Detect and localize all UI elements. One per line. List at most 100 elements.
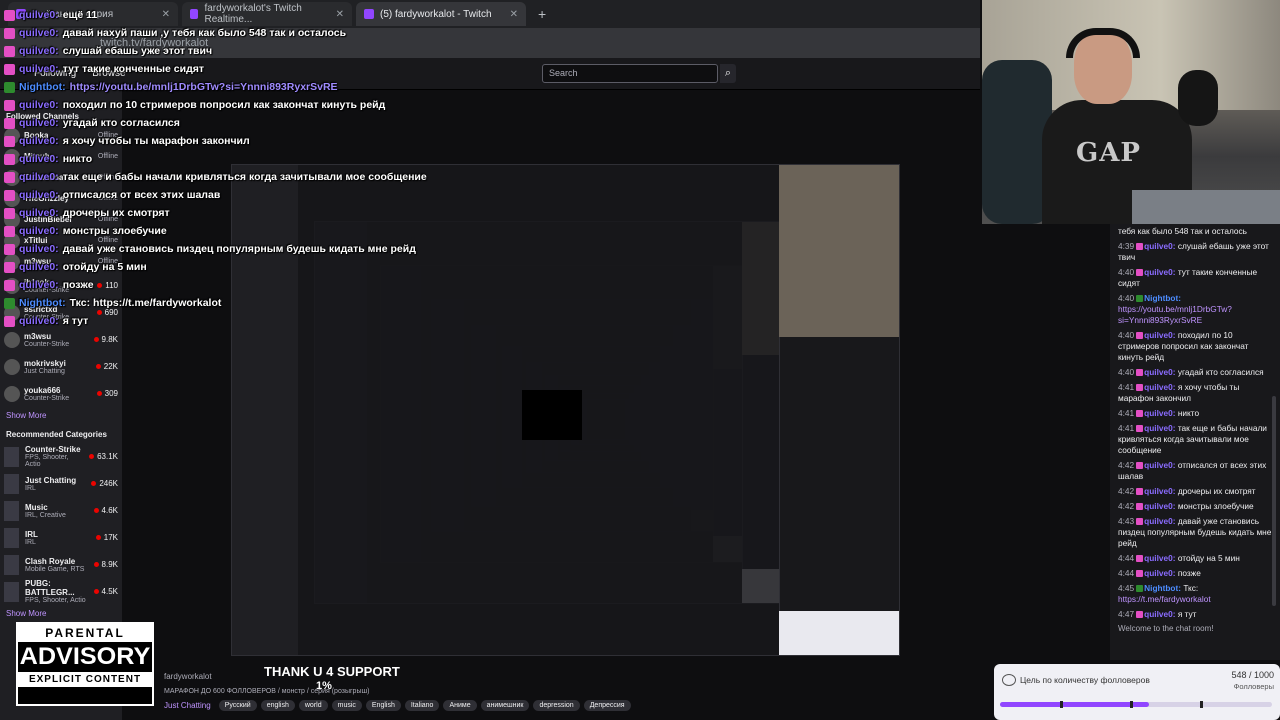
- chat-username[interactable]: quilve0:: [1144, 486, 1178, 496]
- show-more-link[interactable]: Show More: [0, 407, 122, 424]
- chat-username[interactable]: quilve0:: [1144, 330, 1178, 340]
- category-boxart: [4, 500, 19, 521]
- chat-username: quilve0:: [19, 63, 59, 75]
- category-boxart: [4, 554, 19, 575]
- chat-username[interactable]: quilve0:: [1144, 408, 1178, 418]
- stream-title: МАРАФОН ДО 600 ФОЛЛОВЕРОВ / монстр / сер…: [164, 688, 370, 695]
- overlay-chat-line: quilve0: ещё 11: [4, 6, 564, 24]
- chat-timestamp: 4:41: [1118, 408, 1135, 418]
- chat-message: 4:41 quilve0: никто: [1118, 408, 1274, 419]
- recommended-category[interactable]: Clash Royale Mobile Game, RTS 8.9K: [0, 551, 122, 578]
- chat-message: 4:44 quilve0: позже: [1118, 568, 1274, 579]
- channel-text: m3wsu Counter-Strike: [24, 332, 69, 348]
- chat-link[interactable]: https://t.me/fardyworkalot: [1118, 594, 1211, 604]
- category-tags: FPS, Shooter, Actio: [25, 454, 69, 468]
- chat-username[interactable]: quilve0:: [1144, 460, 1178, 470]
- chat-username[interactable]: quilve0:: [1144, 553, 1178, 563]
- live-channel[interactable]: youka666 Counter-Strike 309: [0, 380, 122, 407]
- chat-username[interactable]: quilve0:: [1144, 382, 1178, 392]
- overlay-chat-line: quilve0: давай уже становись пиздец попул…: [4, 240, 564, 258]
- chat-username[interactable]: quilve0:: [1144, 367, 1178, 377]
- stream-tag[interactable]: depression: [533, 700, 580, 711]
- subscriber-badge-icon: [4, 279, 15, 291]
- viewer-count: 4.6K: [93, 506, 118, 515]
- subscriber-badge-icon: [1136, 555, 1144, 562]
- chat-username[interactable]: quilve0:: [1144, 501, 1178, 511]
- chat-text: дрочеры их смотрят: [62, 207, 170, 219]
- chat-username[interactable]: quilve0:: [1144, 423, 1178, 433]
- chat-username[interactable]: quilve0:: [1144, 568, 1178, 578]
- stream-tag[interactable]: Italiano: [404, 700, 440, 711]
- stream-tag[interactable]: Русский: [218, 700, 257, 711]
- chat-timestamp: 4:47: [1118, 609, 1135, 619]
- chat-text: тут такие конченные сидят: [62, 63, 205, 75]
- viewer-number: 8.9K: [101, 560, 118, 569]
- chat-scrollbar[interactable]: [1272, 396, 1276, 606]
- subscriber-badge-icon: [1136, 570, 1144, 577]
- stream-info: fardyworkalot THANK U 4 SUPPORT 1% МАРАФ…: [160, 660, 980, 720]
- overlay-chat-line: quilve0: я тут: [4, 312, 564, 330]
- subscriber-badge-icon: [1136, 243, 1144, 250]
- category-name: Counter-Strike: [25, 445, 81, 454]
- stream-tag[interactable]: english: [260, 700, 295, 711]
- live-dot-icon: [91, 481, 97, 486]
- shirt-print: GAP: [1076, 138, 1141, 168]
- chat-username[interactable]: quilve0:: [1144, 609, 1178, 619]
- chat-text: Ткс:: [1183, 583, 1199, 593]
- overlay-chat-line: quilve0: дрочеры их смотрят: [4, 204, 564, 222]
- live-channel[interactable]: m3wsu Counter-Strike 9.8K: [0, 326, 122, 353]
- recommended-category[interactable]: Counter-Strike FPS, Shooter, Actio 63.1K: [0, 443, 122, 470]
- channel-name[interactable]: fardyworkalot: [164, 672, 212, 681]
- stream-tag[interactable]: world: [298, 700, 328, 711]
- recommended-category[interactable]: Just Chatting IRL 246K: [0, 470, 122, 497]
- channel-text: youka666 Counter-Strike: [24, 386, 69, 402]
- show-more-link-2[interactable]: Show More: [0, 605, 122, 622]
- live-dot-icon: [95, 535, 101, 540]
- stream-tag[interactable]: анимешник: [480, 700, 530, 711]
- chat-username[interactable]: Nightbot:: [1144, 293, 1181, 303]
- stream-tags: Just Chatting Русский english world music En…: [160, 700, 631, 711]
- subscriber-badge-icon: [1136, 488, 1144, 495]
- recommended-category[interactable]: Music IRL, Creative 4.6K: [0, 497, 122, 524]
- chat-message: 4:42 quilve0: отписался от всех этих шала…: [1118, 460, 1274, 482]
- chat-text: тебя как было 548 так и осталось: [1118, 226, 1247, 236]
- overlay-chat-line: quilve0: так еще и бабы начали кривляться…: [4, 168, 564, 186]
- chat-panel: тебя как было 548 так и осталось 4:39 qui…: [1110, 224, 1280, 660]
- chat-username: quilve0:: [19, 117, 59, 129]
- goal-count: 548 / 1000: [1231, 670, 1274, 680]
- recommended-category[interactable]: IRL IRL 17K: [0, 524, 122, 551]
- live-dot-icon: [89, 454, 95, 459]
- chat-text: угадай кто согласился: [62, 117, 180, 129]
- chat-username[interactable]: quilve0:: [1144, 241, 1178, 251]
- overlay-chat-line: quilve0: монстры злоебучие: [4, 222, 564, 240]
- chat-timestamp: 4:40: [1118, 330, 1135, 340]
- search-icon[interactable]: ⌕: [720, 64, 736, 83]
- category-name: Clash Royale: [25, 556, 76, 566]
- chat-username: quilve0:: [19, 27, 59, 39]
- stream-tag[interactable]: music: [331, 700, 362, 711]
- stream-tag[interactable]: Аниме: [443, 700, 477, 711]
- chat-message: 4:42 quilve0: монстры злоебучие: [1118, 501, 1274, 512]
- overlay-chat-line: quilve0: слушай ебашь уже этот твич: [4, 42, 564, 60]
- recommended-category[interactable]: PUBG: BATTLEGR... FPS, Shooter, Actio 4.5K: [0, 578, 122, 605]
- subscriber-badge-icon: [4, 63, 15, 75]
- category-name: IRL: [25, 529, 38, 539]
- chat-timestamp: 4:42: [1118, 501, 1135, 511]
- chat-username: quilve0:: [19, 9, 59, 21]
- subscriber-badge-icon: [4, 189, 15, 201]
- chat-username[interactable]: Nightbot:: [1144, 583, 1183, 593]
- stream-tag[interactable]: English: [365, 700, 401, 711]
- overlay-chat-line: quilve0: никто: [4, 150, 564, 168]
- chat-username[interactable]: quilve0:: [1144, 267, 1178, 277]
- chat-timestamp: 4:42: [1118, 486, 1135, 496]
- stream-tag[interactable]: Депрессия: [583, 700, 631, 711]
- chat-link[interactable]: https://youtu.be/mnlj1DrbGTw?si=Ynnni893…: [1118, 304, 1232, 325]
- category-link[interactable]: Just Chatting: [160, 700, 215, 711]
- chat-username[interactable]: quilve0:: [1144, 516, 1178, 526]
- overlay-chat-line: Nightbot: Ткс: https://t.me/fardyworkalot: [4, 294, 564, 312]
- live-channel[interactable]: mokrivskyi Just Chatting 22K: [0, 353, 122, 380]
- chat-text: никто: [62, 153, 93, 165]
- chat-text: ещё 11: [62, 9, 98, 21]
- search-input[interactable]: Search: [542, 64, 718, 83]
- subscriber-badge-icon: [4, 99, 15, 111]
